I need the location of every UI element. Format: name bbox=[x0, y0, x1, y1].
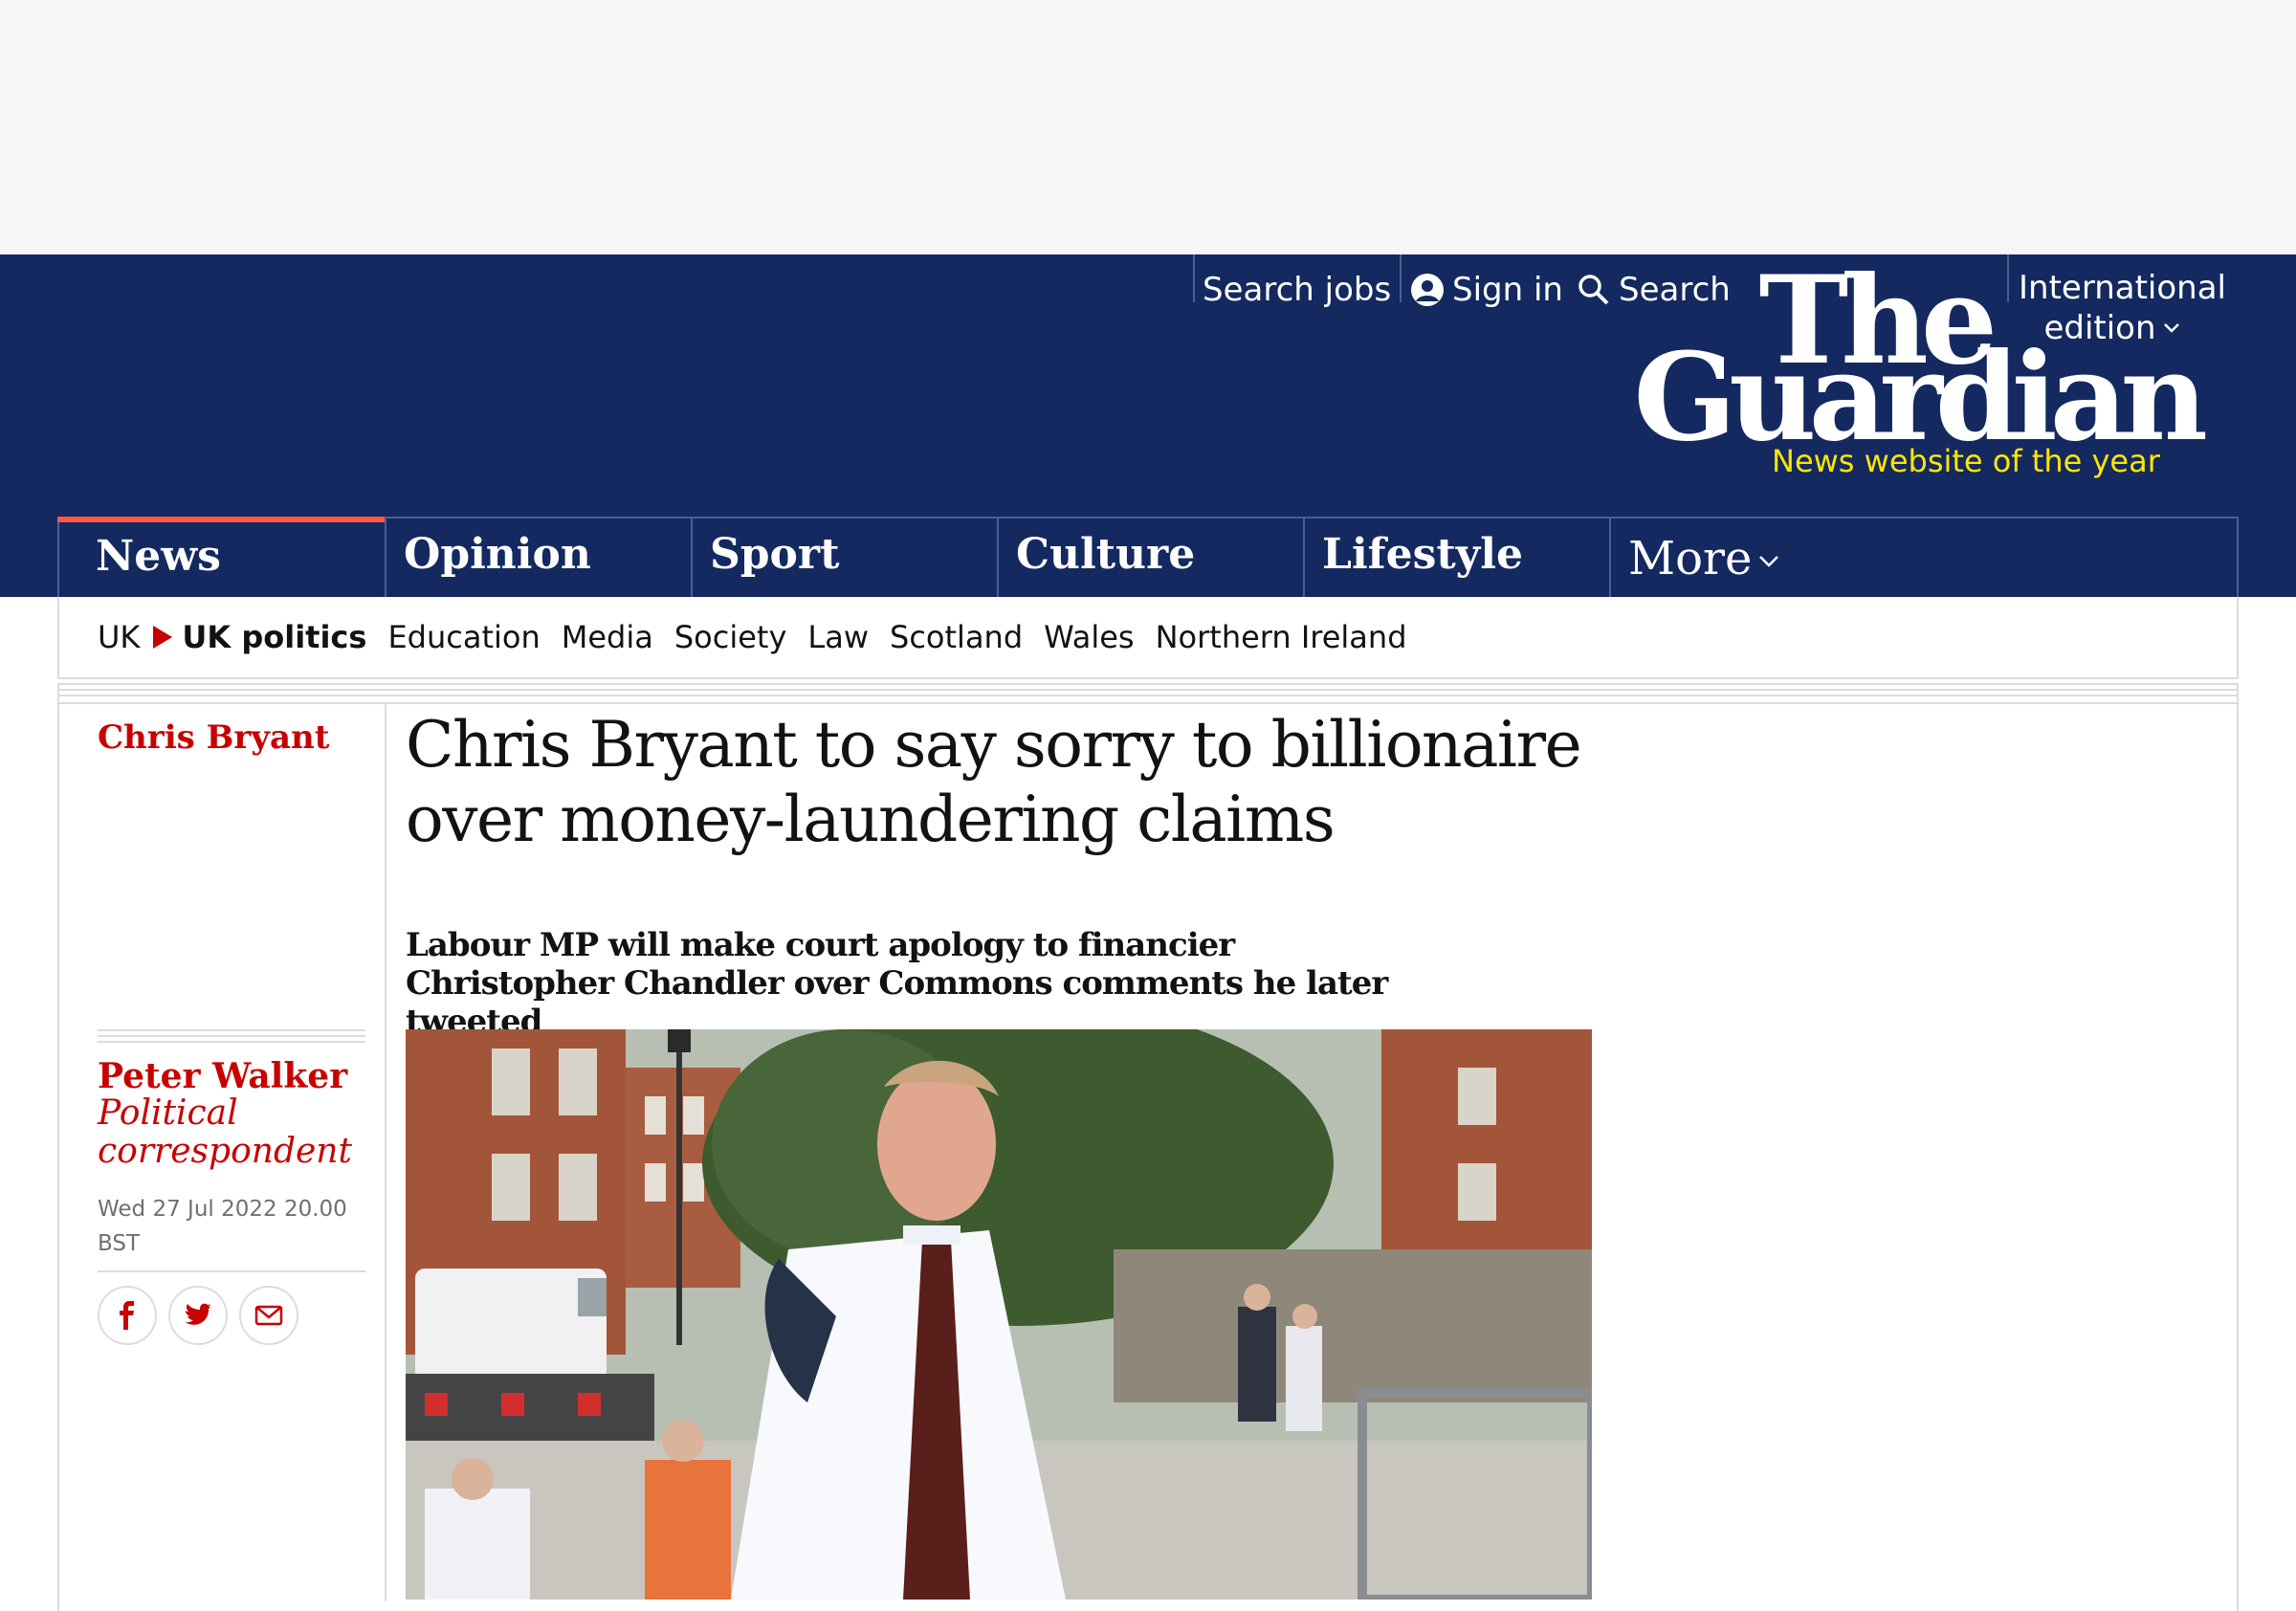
sign-in-label: Sign in bbox=[1452, 271, 1563, 309]
article-main-image bbox=[406, 1029, 1592, 1600]
subnav-item-law[interactable]: Law bbox=[807, 619, 869, 655]
advertisement-slot bbox=[0, 0, 2296, 254]
pillar-lifestyle-label: Lifestyle bbox=[1322, 530, 1523, 579]
publish-date: Wed 27 Jul 2022 20.00 BST bbox=[98, 1197, 347, 1256]
facebook-icon bbox=[120, 1301, 134, 1330]
subnav-item-society[interactable]: Society bbox=[674, 619, 787, 655]
subnav-item-uk-politics[interactable]: UK politics bbox=[182, 619, 366, 655]
share-twitter-button[interactable] bbox=[168, 1286, 228, 1345]
search-icon bbox=[1578, 275, 1609, 305]
subnav-item-media[interactable]: Media bbox=[562, 619, 653, 655]
meta-rule bbox=[98, 1029, 365, 1047]
subnav-item-uk[interactable]: UK bbox=[98, 619, 140, 655]
pillar-news[interactable]: News bbox=[57, 517, 386, 597]
pillar-lifestyle[interactable]: Lifestyle bbox=[1303, 517, 1609, 597]
pillar-culture[interactable]: Culture bbox=[997, 517, 1303, 597]
subnav: UK UK politics Education Media Society L… bbox=[57, 597, 2239, 679]
sign-in-link[interactable]: Sign in bbox=[1410, 264, 1563, 316]
column-divider bbox=[385, 702, 386, 1601]
search-jobs-label: Search jobs bbox=[1203, 271, 1392, 309]
subnav-item-wales[interactable]: Wales bbox=[1044, 619, 1134, 655]
author-name[interactable]: Peter Walker bbox=[98, 1056, 347, 1096]
pillar-sport[interactable]: Sport bbox=[691, 517, 997, 597]
logo-guardian: Guardian bbox=[1633, 326, 2208, 468]
subnav-item-northern-ireland[interactable]: Northern Ireland bbox=[1156, 619, 1407, 655]
share-email-button[interactable] bbox=[239, 1286, 298, 1345]
pillar-news-label: News bbox=[96, 532, 221, 581]
email-icon bbox=[254, 1305, 283, 1326]
pillar-opinion-label: Opinion bbox=[404, 530, 591, 579]
section-rule bbox=[57, 683, 2239, 702]
user-icon bbox=[1411, 274, 1444, 306]
chevron-down-icon bbox=[1759, 556, 1779, 567]
share-divider bbox=[98, 1270, 365, 1272]
logo-tagline: News website of the year bbox=[1772, 443, 2160, 479]
pillar-sport-label: Sport bbox=[710, 530, 840, 579]
subnav-item-education[interactable]: Education bbox=[387, 619, 540, 655]
topbar-divider bbox=[1193, 254, 1195, 302]
pillar-more-label: More bbox=[1628, 532, 1753, 585]
search-jobs-link[interactable]: Search jobs bbox=[1203, 264, 1391, 316]
pillar-opinion[interactable]: Opinion bbox=[385, 517, 691, 597]
article-standfirst: Labour MP will make court apology to fin… bbox=[406, 926, 1388, 1041]
article-headline: Chris Bryant to say sorry to billionaire… bbox=[406, 708, 1582, 856]
photo-scene bbox=[406, 1029, 1592, 1600]
topbar-divider bbox=[1400, 254, 1402, 302]
series-tag[interactable]: Chris Bryant bbox=[98, 714, 329, 761]
twitter-icon bbox=[185, 1303, 211, 1325]
subnav-item-scotland[interactable]: Scotland bbox=[890, 619, 1023, 655]
pillar-more[interactable]: More bbox=[1609, 517, 1915, 597]
author-role: Political correspondent bbox=[98, 1093, 352, 1171]
breadcrumb-arrow-icon bbox=[153, 626, 173, 649]
share-facebook-button[interactable] bbox=[98, 1286, 157, 1345]
pillar-culture-label: Culture bbox=[1016, 530, 1196, 579]
